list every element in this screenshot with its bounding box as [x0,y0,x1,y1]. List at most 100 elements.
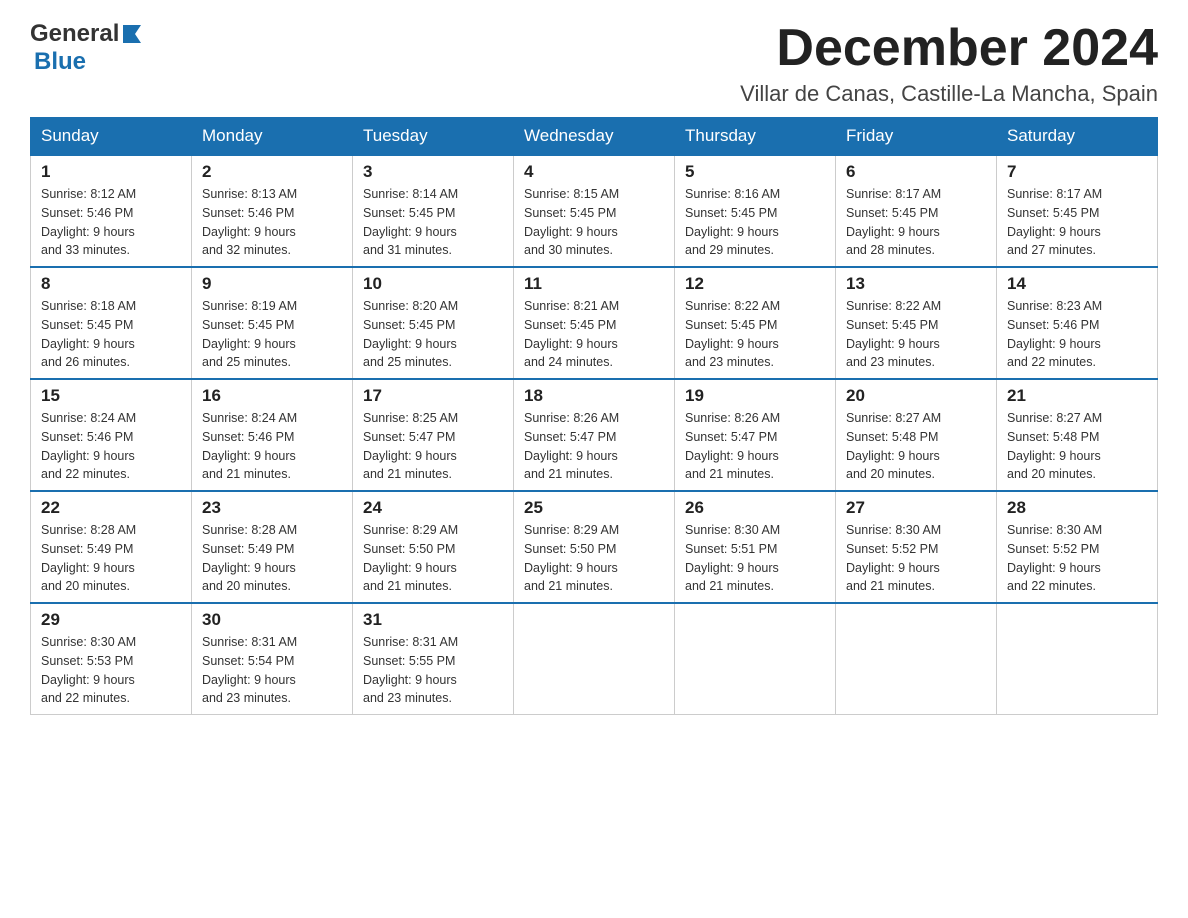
page-header: General Blue December 2024 Villar de Can… [30,20,1158,107]
calendar-day-cell: 17 Sunrise: 8:25 AMSunset: 5:47 PMDaylig… [353,379,514,491]
calendar-day-cell: 3 Sunrise: 8:14 AMSunset: 5:45 PMDayligh… [353,155,514,267]
calendar-week-row: 8 Sunrise: 8:18 AMSunset: 5:45 PMDayligh… [31,267,1158,379]
day-number: 14 [1007,274,1147,294]
day-info: Sunrise: 8:31 AMSunset: 5:55 PMDaylight:… [363,635,458,705]
day-info: Sunrise: 8:22 AMSunset: 5:45 PMDaylight:… [846,299,941,369]
day-info: Sunrise: 8:15 AMSunset: 5:45 PMDaylight:… [524,187,619,257]
calendar-day-cell: 28 Sunrise: 8:30 AMSunset: 5:52 PMDaylig… [997,491,1158,603]
calendar-day-cell: 25 Sunrise: 8:29 AMSunset: 5:50 PMDaylig… [514,491,675,603]
day-number: 13 [846,274,986,294]
day-info: Sunrise: 8:23 AMSunset: 5:46 PMDaylight:… [1007,299,1102,369]
calendar-day-cell: 11 Sunrise: 8:21 AMSunset: 5:45 PMDaylig… [514,267,675,379]
calendar-day-cell: 31 Sunrise: 8:31 AMSunset: 5:55 PMDaylig… [353,603,514,715]
calendar-day-cell [836,603,997,715]
calendar-day-cell: 20 Sunrise: 8:27 AMSunset: 5:48 PMDaylig… [836,379,997,491]
day-info: Sunrise: 8:31 AMSunset: 5:54 PMDaylight:… [202,635,297,705]
day-info: Sunrise: 8:21 AMSunset: 5:45 PMDaylight:… [524,299,619,369]
calendar-day-cell: 15 Sunrise: 8:24 AMSunset: 5:46 PMDaylig… [31,379,192,491]
day-number: 26 [685,498,825,518]
calendar-day-cell [997,603,1158,715]
month-title: December 2024 [740,20,1158,77]
day-info: Sunrise: 8:29 AMSunset: 5:50 PMDaylight:… [363,523,458,593]
header-monday: Monday [192,118,353,156]
location-title: Villar de Canas, Castille-La Mancha, Spa… [740,81,1158,107]
day-info: Sunrise: 8:13 AMSunset: 5:46 PMDaylight:… [202,187,297,257]
calendar-day-cell: 9 Sunrise: 8:19 AMSunset: 5:45 PMDayligh… [192,267,353,379]
day-number: 4 [524,162,664,182]
day-number: 22 [41,498,181,518]
header-wednesday: Wednesday [514,118,675,156]
day-number: 20 [846,386,986,406]
day-number: 28 [1007,498,1147,518]
day-number: 19 [685,386,825,406]
header-sunday: Sunday [31,118,192,156]
logo: General Blue [30,20,143,76]
day-number: 2 [202,162,342,182]
day-info: Sunrise: 8:22 AMSunset: 5:45 PMDaylight:… [685,299,780,369]
day-number: 1 [41,162,181,182]
calendar-day-cell: 21 Sunrise: 8:27 AMSunset: 5:48 PMDaylig… [997,379,1158,491]
day-info: Sunrise: 8:24 AMSunset: 5:46 PMDaylight:… [202,411,297,481]
day-number: 23 [202,498,342,518]
calendar-day-cell: 13 Sunrise: 8:22 AMSunset: 5:45 PMDaylig… [836,267,997,379]
day-number: 16 [202,386,342,406]
weekday-header-row: Sunday Monday Tuesday Wednesday Thursday… [31,118,1158,156]
day-number: 27 [846,498,986,518]
logo-blue-text: Blue [34,48,86,76]
day-number: 7 [1007,162,1147,182]
day-number: 25 [524,498,664,518]
calendar-day-cell: 5 Sunrise: 8:16 AMSunset: 5:45 PMDayligh… [675,155,836,267]
day-number: 10 [363,274,503,294]
title-block: December 2024 Villar de Canas, Castille-… [740,20,1158,107]
day-number: 8 [41,274,181,294]
calendar-week-row: 29 Sunrise: 8:30 AMSunset: 5:53 PMDaylig… [31,603,1158,715]
calendar-day-cell: 2 Sunrise: 8:13 AMSunset: 5:46 PMDayligh… [192,155,353,267]
day-number: 6 [846,162,986,182]
day-info: Sunrise: 8:19 AMSunset: 5:45 PMDaylight:… [202,299,297,369]
day-number: 29 [41,610,181,630]
day-number: 30 [202,610,342,630]
calendar-day-cell: 24 Sunrise: 8:29 AMSunset: 5:50 PMDaylig… [353,491,514,603]
calendar-table: Sunday Monday Tuesday Wednesday Thursday… [30,117,1158,715]
calendar-day-cell: 10 Sunrise: 8:20 AMSunset: 5:45 PMDaylig… [353,267,514,379]
day-number: 3 [363,162,503,182]
calendar-week-row: 1 Sunrise: 8:12 AMSunset: 5:46 PMDayligh… [31,155,1158,267]
day-number: 24 [363,498,503,518]
day-info: Sunrise: 8:29 AMSunset: 5:50 PMDaylight:… [524,523,619,593]
day-info: Sunrise: 8:27 AMSunset: 5:48 PMDaylight:… [1007,411,1102,481]
day-info: Sunrise: 8:20 AMSunset: 5:45 PMDaylight:… [363,299,458,369]
day-info: Sunrise: 8:30 AMSunset: 5:52 PMDaylight:… [1007,523,1102,593]
day-info: Sunrise: 8:25 AMSunset: 5:47 PMDaylight:… [363,411,458,481]
day-info: Sunrise: 8:17 AMSunset: 5:45 PMDaylight:… [846,187,941,257]
calendar-day-cell: 14 Sunrise: 8:23 AMSunset: 5:46 PMDaylig… [997,267,1158,379]
day-number: 17 [363,386,503,406]
calendar-week-row: 22 Sunrise: 8:28 AMSunset: 5:49 PMDaylig… [31,491,1158,603]
day-number: 9 [202,274,342,294]
calendar-day-cell: 7 Sunrise: 8:17 AMSunset: 5:45 PMDayligh… [997,155,1158,267]
day-info: Sunrise: 8:27 AMSunset: 5:48 PMDaylight:… [846,411,941,481]
calendar-day-cell: 19 Sunrise: 8:26 AMSunset: 5:47 PMDaylig… [675,379,836,491]
calendar-day-cell [675,603,836,715]
day-info: Sunrise: 8:26 AMSunset: 5:47 PMDaylight:… [685,411,780,481]
day-number: 5 [685,162,825,182]
day-info: Sunrise: 8:14 AMSunset: 5:45 PMDaylight:… [363,187,458,257]
calendar-day-cell: 16 Sunrise: 8:24 AMSunset: 5:46 PMDaylig… [192,379,353,491]
calendar-day-cell: 12 Sunrise: 8:22 AMSunset: 5:45 PMDaylig… [675,267,836,379]
calendar-day-cell: 23 Sunrise: 8:28 AMSunset: 5:49 PMDaylig… [192,491,353,603]
day-info: Sunrise: 8:28 AMSunset: 5:49 PMDaylight:… [202,523,297,593]
day-number: 21 [1007,386,1147,406]
logo-general-text: General [30,20,119,48]
day-number: 31 [363,610,503,630]
day-info: Sunrise: 8:24 AMSunset: 5:46 PMDaylight:… [41,411,136,481]
calendar-day-cell: 27 Sunrise: 8:30 AMSunset: 5:52 PMDaylig… [836,491,997,603]
calendar-day-cell: 18 Sunrise: 8:26 AMSunset: 5:47 PMDaylig… [514,379,675,491]
calendar-day-cell [514,603,675,715]
calendar-day-cell: 29 Sunrise: 8:30 AMSunset: 5:53 PMDaylig… [31,603,192,715]
day-info: Sunrise: 8:16 AMSunset: 5:45 PMDaylight:… [685,187,780,257]
calendar-day-cell: 30 Sunrise: 8:31 AMSunset: 5:54 PMDaylig… [192,603,353,715]
day-info: Sunrise: 8:18 AMSunset: 5:45 PMDaylight:… [41,299,136,369]
day-info: Sunrise: 8:30 AMSunset: 5:52 PMDaylight:… [846,523,941,593]
logo-flag-icon [121,21,143,43]
header-saturday: Saturday [997,118,1158,156]
calendar-day-cell: 6 Sunrise: 8:17 AMSunset: 5:45 PMDayligh… [836,155,997,267]
